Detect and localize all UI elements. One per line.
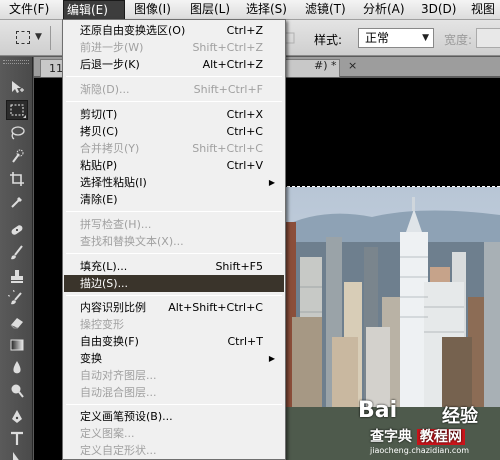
menu-divider — [66, 253, 282, 254]
tool-preset-picker[interactable]: ▼ — [14, 29, 44, 47]
menu-divider — [66, 404, 282, 405]
eyedropper-tool-icon[interactable] — [6, 192, 28, 212]
toolbox-grip[interactable] — [3, 60, 29, 64]
gradient-tool-icon[interactable] — [6, 335, 28, 355]
menu-bar: 文件(F) 编辑(E) 图像(I) 图层(L) 选择(S) 滤镜(T) 分析(A… — [0, 0, 500, 20]
rect-marquee-icon — [16, 31, 30, 44]
menu-item-paste-special[interactable]: 选择性粘贴(I) ▶ — [63, 174, 285, 191]
submenu-arrow-icon: ▶ — [268, 178, 275, 187]
menu-item-define-custom-shape[interactable]: 定义自定形状... — [63, 442, 285, 459]
brush-tool-icon[interactable] — [6, 243, 28, 263]
menu-item-define-brush[interactable]: 定义画笔预设(B)... — [63, 408, 285, 425]
pen-tool-icon[interactable] — [6, 407, 28, 427]
dodge-tool-icon[interactable] — [6, 381, 28, 401]
healing-brush-tool-icon[interactable] — [6, 220, 28, 240]
edit-menu: 还原自由变换选区(O) Ctrl+Z 前进一步(W) Shift+Ctrl+Z 后退… — [62, 19, 286, 460]
menu-item-cut[interactable]: 剪切(T) Ctrl+X — [63, 106, 285, 123]
crop-tool-icon[interactable] — [6, 169, 28, 189]
menu-item-undo[interactable]: 还原自由变换选区(O) Ctrl+Z — [63, 22, 285, 39]
lasso-tool-icon[interactable] — [6, 123, 28, 143]
menu-select[interactable]: 选择(S) — [243, 0, 290, 20]
menu-divider — [66, 76, 282, 77]
quick-select-tool-icon[interactable] — [6, 146, 28, 166]
menu-view[interactable]: 视图 — [468, 0, 498, 20]
menu-item-spell-check[interactable]: 拼写检查(H)... — [63, 216, 285, 233]
menu-item-define-pattern[interactable]: 定义图案... — [63, 425, 285, 442]
clone-stamp-tool-icon[interactable] — [6, 266, 28, 286]
menu-item-step-backward[interactable]: 后退一步(K) Alt+Ctrl+Z — [63, 56, 285, 73]
close-icon[interactable]: × — [348, 59, 357, 72]
menu-3d[interactable]: 3D(D) — [418, 0, 459, 20]
menu-image[interactable]: 图像(I) — [131, 0, 174, 20]
menu-item-puppet-warp[interactable]: 操控变形 — [63, 316, 285, 333]
menu-item-find-replace[interactable]: 查找和替换文本(X)... — [63, 233, 285, 250]
menu-divider — [66, 295, 282, 296]
menu-layer[interactable]: 图层(L) — [187, 0, 233, 20]
menu-item-transform[interactable]: 变换 ▶ — [63, 350, 285, 367]
style-select[interactable]: 正常 ▼ — [358, 28, 434, 48]
document-tab-title-tail: #) * — [314, 59, 337, 72]
submenu-arrow-icon: ▶ — [268, 354, 275, 363]
menu-divider — [66, 101, 282, 102]
width-label: 宽度: — [444, 33, 473, 47]
menu-analysis[interactable]: 分析(A) — [360, 0, 408, 20]
divider — [50, 26, 51, 50]
type-tool-icon[interactable] — [6, 429, 28, 449]
menu-item-auto-align-layers[interactable]: 自动对齐图层... — [63, 367, 285, 384]
menu-filter[interactable]: 滤镜(T) — [302, 0, 349, 20]
history-brush-tool-icon[interactable] — [6, 289, 28, 309]
chevron-down-icon: ▼ — [35, 32, 42, 42]
menu-item-clear[interactable]: 清除(E) — [63, 191, 285, 208]
rect-marquee-tool-icon[interactable] — [6, 100, 28, 120]
menu-divider — [66, 211, 282, 212]
menu-item-paste[interactable]: 粘贴(P) Ctrl+V — [63, 157, 285, 174]
document-image — [282, 187, 500, 460]
path-select-tool-icon[interactable] — [6, 449, 28, 460]
toolbox — [0, 57, 33, 460]
style-label: 样式: — [314, 33, 343, 47]
menu-item-fade[interactable]: 渐隐(D)... Shift+Ctrl+F — [63, 81, 285, 98]
menu-item-free-transform[interactable]: 自由变换(F) Ctrl+T — [63, 333, 285, 350]
menu-item-step-forward[interactable]: 前进一步(W) Shift+Ctrl+Z — [63, 39, 285, 56]
chevron-down-icon: ▼ — [422, 33, 429, 43]
menu-item-copy[interactable]: 拷贝(C) Ctrl+C — [63, 123, 285, 140]
menu-item-fill[interactable]: 填充(L)... Shift+F5 — [63, 258, 285, 275]
style-value: 正常 — [365, 31, 390, 45]
menu-edit[interactable]: 编辑(E) — [63, 0, 125, 20]
eraser-tool-icon[interactable] — [6, 312, 28, 332]
menu-item-auto-blend-layers[interactable]: 自动混合图层... — [63, 384, 285, 401]
width-input[interactable] — [476, 28, 500, 48]
move-tool-icon[interactable] — [6, 77, 28, 97]
blur-tool-icon[interactable] — [6, 358, 28, 378]
menu-item-content-aware-scale[interactable]: 内容识别比例 Alt+Shift+Ctrl+C — [63, 299, 285, 316]
menu-item-copy-merged[interactable]: 合并拷贝(Y) Shift+Ctrl+C — [63, 140, 285, 157]
document-tab-title: 11 — [49, 62, 63, 75]
menu-item-stroke[interactable]: 描边(S)... — [64, 275, 284, 292]
menu-file[interactable]: 文件(F) — [6, 0, 52, 20]
selection-marquee — [282, 186, 500, 187]
